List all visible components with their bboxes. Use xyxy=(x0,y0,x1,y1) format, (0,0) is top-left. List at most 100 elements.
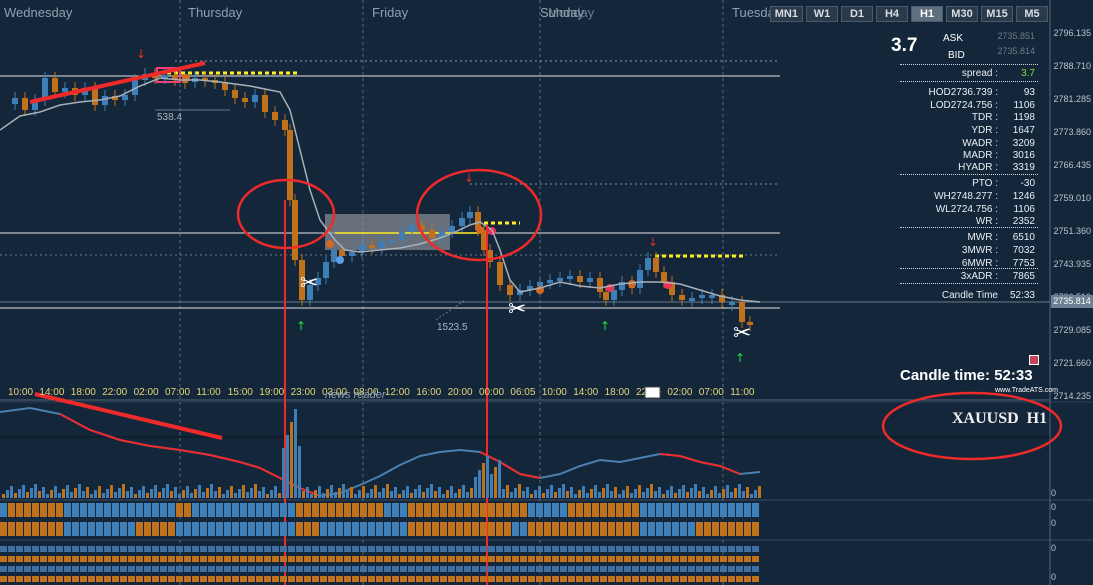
volume-bar xyxy=(342,484,345,498)
range-label: 1523.5 xyxy=(437,322,468,333)
histogram-cell xyxy=(344,503,351,517)
scissors-icon: ✂ xyxy=(508,297,526,322)
timeframe-m30-button[interactable]: M30 xyxy=(946,6,978,22)
stats-label: WADR : xyxy=(962,138,998,149)
histogram-cell xyxy=(144,522,151,536)
volume-bar xyxy=(614,487,617,498)
histogram-cell xyxy=(424,546,431,552)
histogram-cell xyxy=(80,556,87,562)
histogram-cell xyxy=(592,546,599,552)
timeframe-h1-button[interactable]: H1 xyxy=(911,6,943,22)
histogram-cell xyxy=(368,566,375,572)
volume-bar xyxy=(726,485,729,498)
histogram-cell xyxy=(368,546,375,552)
histogram-cell xyxy=(288,546,295,552)
histogram-cell xyxy=(736,576,743,582)
histogram-cell xyxy=(120,566,127,572)
volume-bar xyxy=(486,456,489,498)
histogram-cell xyxy=(688,556,695,562)
time-tick: 10:00 xyxy=(8,387,33,398)
histogram-cell xyxy=(344,556,351,562)
histogram-cell xyxy=(464,522,471,536)
stats-row: spread : 3.7 xyxy=(900,68,1038,80)
volume-bar xyxy=(394,487,397,498)
histogram-cell xyxy=(480,546,487,552)
volume-bar xyxy=(118,488,121,498)
volume-bar xyxy=(238,489,241,498)
histogram-cell xyxy=(176,503,183,517)
histogram-cell xyxy=(240,546,247,552)
histogram-cell xyxy=(88,576,95,582)
histogram-cell xyxy=(312,566,319,572)
volume-bar xyxy=(694,484,697,498)
histogram-cell xyxy=(720,503,727,517)
histogram-cell xyxy=(536,566,543,572)
histogram-cell xyxy=(112,566,119,572)
timeframe-h4-button[interactable]: H4 xyxy=(876,6,908,22)
news-reader-label: news reader xyxy=(325,389,387,401)
timeframe-mn1-button[interactable]: MN1 xyxy=(769,6,803,22)
timeframe-m5-button[interactable]: M5 xyxy=(1016,6,1048,22)
calendar-icon[interactable] xyxy=(644,386,661,399)
histogram-cell xyxy=(264,503,271,517)
volume-bar xyxy=(202,492,205,498)
sub-zero-tick: 0 xyxy=(1051,572,1057,582)
histogram-cell xyxy=(440,576,447,582)
candle-body xyxy=(272,112,278,120)
timeframe-w1-button[interactable]: W1 xyxy=(806,6,838,22)
histogram-cell xyxy=(616,556,623,562)
histogram-cell xyxy=(48,522,55,536)
histogram-cell xyxy=(736,522,743,536)
histogram-cell xyxy=(360,566,367,572)
histogram-cell xyxy=(32,566,39,572)
timeframe-m15-button[interactable]: M15 xyxy=(981,6,1013,22)
stats-separator xyxy=(900,174,1038,175)
histogram-cell xyxy=(152,522,159,536)
histogram-cell xyxy=(448,546,455,552)
candle-body xyxy=(292,200,298,260)
histogram-cell xyxy=(120,556,127,562)
histogram-cell xyxy=(312,522,319,536)
volume-bar xyxy=(714,486,717,498)
histogram-cell xyxy=(456,522,463,536)
histogram-cell xyxy=(240,566,247,572)
histogram-cell xyxy=(40,546,47,552)
histogram-cell xyxy=(432,576,439,582)
volume-bar xyxy=(210,484,213,498)
histogram-cell xyxy=(536,556,543,562)
volume-bar xyxy=(414,489,417,498)
histogram-cell xyxy=(0,522,7,536)
volume-bar xyxy=(226,490,229,498)
histogram-cell xyxy=(168,522,175,536)
buy-arrow-icon: ↑ xyxy=(600,319,610,333)
stats-value: 7753 xyxy=(1012,258,1035,269)
volume-bar xyxy=(474,477,477,498)
histogram-cell xyxy=(128,576,135,582)
histogram-cell xyxy=(232,576,239,582)
volume-bar xyxy=(754,490,757,498)
histogram-cell xyxy=(408,566,415,572)
histogram-cell xyxy=(528,546,535,552)
histogram-cell xyxy=(152,556,159,562)
candle-body xyxy=(399,232,405,240)
histogram-cell xyxy=(640,576,647,582)
candle-time-value: 52:33 xyxy=(994,367,1033,384)
histogram-cell xyxy=(584,546,591,552)
histogram-cell xyxy=(88,556,95,562)
candle-body xyxy=(567,276,573,279)
volume-bar xyxy=(278,493,281,498)
volume-bar xyxy=(710,490,713,498)
histogram-cell xyxy=(472,576,479,582)
histogram-cell xyxy=(536,503,543,517)
histogram-cell xyxy=(272,566,279,572)
histogram-cell xyxy=(136,546,143,552)
histogram-cell xyxy=(520,522,527,536)
histogram-cell xyxy=(648,556,655,562)
volume-bar xyxy=(738,484,741,498)
volume-bar xyxy=(526,487,529,498)
histogram-cell xyxy=(648,546,655,552)
timeframe-d1-button[interactable]: D1 xyxy=(841,6,873,22)
histogram-cell xyxy=(520,556,527,562)
volume-bar xyxy=(146,493,149,498)
histogram-cell xyxy=(640,566,647,572)
